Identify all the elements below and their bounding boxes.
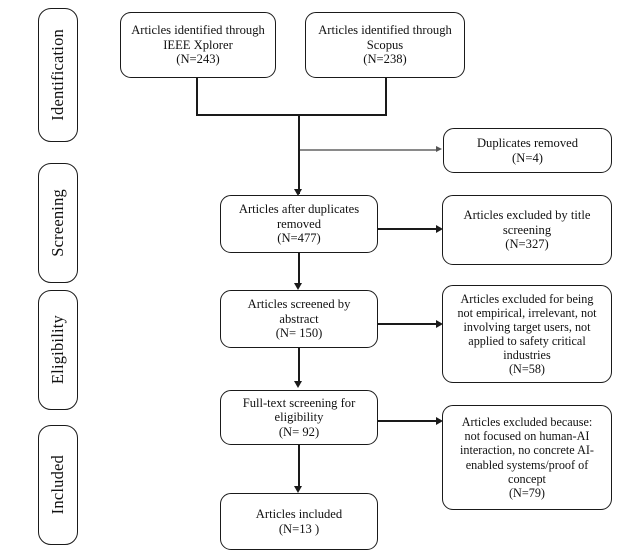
stage-box-screening: Screening <box>38 163 78 283</box>
stage-box-included: Included <box>38 425 78 545</box>
stage-label-eligibility: Eligibility <box>48 315 67 385</box>
node-screened-abstract-text: Articles screened by abstract (N= 150) <box>247 297 351 341</box>
node-articles-included: Articles included (N=13 ) <box>220 493 378 550</box>
arrowhead-to-duplicates <box>436 146 442 152</box>
node-fulltext-screening: Full-text screening for eligibility (N= … <box>220 390 378 445</box>
node-scopus-text: Articles identified through Scopus (N=23… <box>318 23 452 67</box>
stage-label-screening: Screening <box>48 189 67 257</box>
node-duplicates-removed-text: Duplicates removed (N=4) <box>476 135 579 165</box>
connector-ieee-down <box>196 78 198 116</box>
node-excluded-fulltext: Articles excluded because: not focused o… <box>442 405 612 510</box>
node-excluded-fulltext-text: Articles excluded because: not focused o… <box>459 415 594 500</box>
node-after-duplicates-text: Articles after duplicates removed (N=477… <box>238 202 360 246</box>
arrowhead-to-fulltext <box>294 381 302 388</box>
node-duplicates-removed: Duplicates removed (N=4) <box>443 128 612 173</box>
node-after-duplicates: Articles after duplicates removed (N=477… <box>220 195 378 253</box>
node-excluded-abstract: Articles excluded for being not empirica… <box>442 285 612 383</box>
stage-label-included: Included <box>48 455 67 515</box>
stage-box-identification: Identification <box>38 8 78 142</box>
prisma-flow-diagram: Identification Screening Eligibility Inc… <box>0 0 640 554</box>
node-screened-abstract: Articles screened by abstract (N= 150) <box>220 290 378 348</box>
connector-merge-down <box>298 114 300 194</box>
arrowhead-to-articles-included <box>294 486 302 493</box>
connector-scopus-down <box>385 78 387 116</box>
node-excluded-title-text: Articles excluded by title screening (N=… <box>463 208 591 252</box>
node-excluded-abstract-text: Articles excluded for being not empirica… <box>457 291 597 377</box>
connector-after-duplicates-down <box>298 253 300 285</box>
node-articles-included-text: Articles included (N=13 ) <box>255 506 343 536</box>
connector-screened-abstract-down <box>298 348 300 382</box>
node-fulltext-screening-text: Full-text screening for eligibility (N= … <box>242 395 356 439</box>
connector-to-excluded-title <box>378 228 436 230</box>
stage-label-identification: Identification <box>48 29 67 121</box>
node-scopus: Articles identified through Scopus (N=23… <box>305 12 465 78</box>
node-excluded-title: Articles excluded by title screening (N=… <box>442 195 612 265</box>
connector-merge-horizontal <box>196 114 387 116</box>
connector-to-duplicates <box>300 149 436 151</box>
node-ieee-xplorer-text: Articles identified through IEEE Xplorer… <box>131 23 265 67</box>
connector-to-excluded-fulltext <box>378 420 436 422</box>
connector-to-excluded-abstract <box>378 323 436 325</box>
node-ieee-xplorer: Articles identified through IEEE Xplorer… <box>120 12 276 78</box>
connector-fulltext-down <box>298 445 300 487</box>
stage-box-eligibility: Eligibility <box>38 290 78 410</box>
arrowhead-to-screened-abstract <box>294 283 302 290</box>
